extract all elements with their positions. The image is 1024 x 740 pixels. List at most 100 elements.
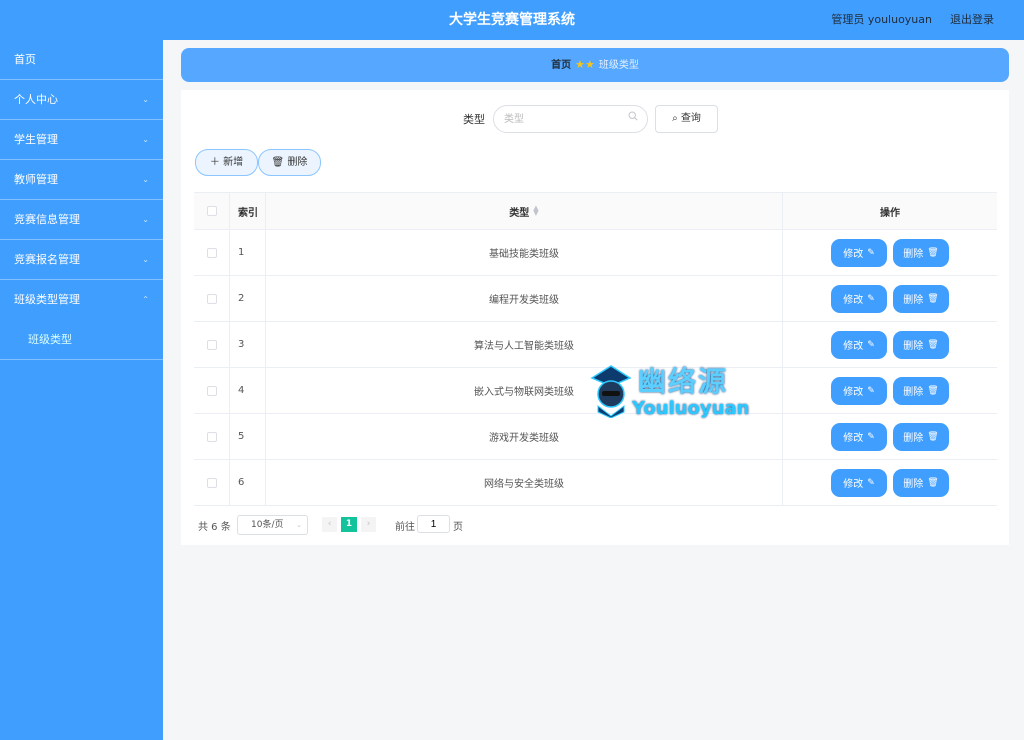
row-checkbox[interactable] xyxy=(206,293,217,304)
edit-button-label: 修改 xyxy=(843,341,864,352)
sidebar-item-student-management[interactable]: 学生管理 ⌄ xyxy=(0,120,163,160)
query-button[interactable]: ⌕ 查询 xyxy=(655,105,718,133)
search-input[interactable] xyxy=(493,105,648,133)
goto-unit: 页 xyxy=(453,522,463,533)
pagination-total: 共 6 条 xyxy=(198,522,231,533)
chevron-down-icon: ⌄ xyxy=(296,521,302,529)
page-number-active[interactable]: 1 xyxy=(341,517,357,532)
delete-button[interactable]: 删除 🗑 xyxy=(893,422,949,451)
sidebar-item-label: 班级类型管理 xyxy=(14,293,80,306)
table-row: 1 基础技能类班级 修改 ✎ 删除 🗑 xyxy=(194,230,997,276)
row-index: 3 xyxy=(230,322,266,367)
row-checkbox[interactable] xyxy=(206,247,217,258)
search-icon: ⌕ xyxy=(672,113,678,124)
breadcrumb-current: 班级类型 xyxy=(598,60,639,71)
edit-button[interactable]: 修改 ✎ xyxy=(831,422,887,451)
trash-icon: 🗑 xyxy=(927,431,939,442)
row-index: 5 xyxy=(230,414,266,459)
edit-button[interactable]: 修改 ✎ xyxy=(831,330,887,359)
edit-button-label: 修改 xyxy=(843,295,864,306)
row-type: 网络与安全类班级 xyxy=(266,460,783,505)
delete-button[interactable]: 删除 🗑 xyxy=(893,284,949,313)
trash-icon: 🗑 xyxy=(927,339,939,350)
sidebar-item-label: 教师管理 xyxy=(14,173,58,186)
column-header-type-label: 类型 xyxy=(509,207,530,219)
watermark-logo: 幽络源 Youluoyuan xyxy=(588,360,763,422)
edit-icon: ✎ xyxy=(867,385,875,396)
sidebar-item-class-type-management[interactable]: 班级类型管理 ⌃ xyxy=(0,280,163,320)
column-header-actions: 操作 xyxy=(880,207,900,219)
row-checkbox[interactable] xyxy=(206,339,217,350)
edit-icon: ✎ xyxy=(867,247,875,258)
edit-button-label: 修改 xyxy=(843,387,864,398)
delete-button[interactable]: 删除 🗑 xyxy=(893,468,949,497)
trash-icon: 🗑 xyxy=(927,293,939,304)
edit-button-label: 修改 xyxy=(843,249,864,260)
delete-button[interactable]: 删除 🗑 xyxy=(893,238,949,267)
query-button-label: 查询 xyxy=(680,113,701,124)
delete-button-label: 删除 xyxy=(903,433,924,444)
edit-icon: ✎ xyxy=(867,293,875,304)
row-index: 1 xyxy=(230,230,266,275)
breadcrumb-home[interactable]: 首页 xyxy=(551,60,571,71)
column-header-index: 索引 xyxy=(230,193,266,229)
goto-page-input[interactable] xyxy=(417,515,450,533)
table-header-row: 索引 类型 ▲ ▼ 操作 xyxy=(194,193,997,230)
row-checkbox[interactable] xyxy=(206,477,217,488)
chevron-down-icon: ⌄ xyxy=(142,135,149,144)
table-row: 2 编程开发类班级 修改 ✎ 删除 🗑 xyxy=(194,276,997,322)
chevron-up-icon: ⌃ xyxy=(142,295,149,304)
next-page-button[interactable]: › xyxy=(361,517,376,532)
plus-icon: ＋ xyxy=(209,157,220,168)
breadcrumb: 首页 ★★ 班级类型 xyxy=(181,48,1009,82)
top-header: 大学生竞赛管理系统 管理员 youluoyuan 退出登录 xyxy=(0,0,1024,40)
sidebar-subitem-class-type[interactable]: 班级类型 xyxy=(0,320,163,360)
sidebar-item-label: 个人中心 xyxy=(14,93,58,106)
batch-delete-label: 删除 xyxy=(287,157,308,168)
edit-button[interactable]: 修改 ✎ xyxy=(831,468,887,497)
chevron-down-icon: ⌄ xyxy=(142,215,149,224)
delete-button[interactable]: 删除 🗑 xyxy=(893,330,949,359)
row-type: 编程开发类班级 xyxy=(266,276,783,321)
edit-icon: ✎ xyxy=(867,339,875,350)
edit-button[interactable]: 修改 ✎ xyxy=(831,238,887,267)
row-checkbox[interactable] xyxy=(206,431,217,442)
sidebar-item-competition-signup[interactable]: 竞赛报名管理 ⌄ xyxy=(0,240,163,280)
user-info: 管理员 youluoyuan xyxy=(831,13,932,26)
row-type: 基础技能类班级 xyxy=(266,230,783,275)
logout-link[interactable]: 退出登录 xyxy=(950,0,994,40)
add-button[interactable]: ＋ 新增 xyxy=(195,149,258,176)
select-all-checkbox[interactable] xyxy=(206,206,217,216)
sidebar-item-label: 学生管理 xyxy=(14,133,58,146)
watermark-english-text: Youluoyuan xyxy=(632,398,750,419)
delete-button[interactable]: 删除 🗑 xyxy=(893,376,949,405)
content-panel: 类型 ⌕ 查询 ＋ 新增 🗑 删除 索引 类型▲▼ 操作 1基础技能类班级修改✎… xyxy=(181,90,1009,545)
edit-icon: ✎ xyxy=(867,431,875,442)
mascot-logo-icon xyxy=(590,365,632,418)
trash-icon: 🗑 xyxy=(927,477,939,488)
edit-button-label: 修改 xyxy=(843,433,864,444)
watermark-chinese-text: 幽络源 xyxy=(638,365,729,398)
page-size-value: 10条/页 xyxy=(251,520,284,530)
sidebar-item-label: 首页 xyxy=(14,53,36,66)
edit-button[interactable]: 修改 ✎ xyxy=(831,284,887,313)
sidebar-item-home[interactable]: 首页 xyxy=(0,40,163,80)
sidebar: 首页 个人中心 ⌄ 学生管理 ⌄ 教师管理 ⌄ 竞赛信息管理 ⌄ 竞赛报名管理 ⌄ 班级类… xyxy=(0,40,163,740)
batch-delete-button[interactable]: 🗑 删除 xyxy=(258,149,321,176)
row-checkbox[interactable] xyxy=(206,385,217,396)
prev-page-button[interactable]: ‹ xyxy=(322,517,337,532)
table-row: 6 网络与安全类班级 修改 ✎ 删除 🗑 xyxy=(194,460,997,506)
column-header-type[interactable]: 类型 ▲ ▼ xyxy=(266,193,783,229)
trash-icon: 🗑 xyxy=(927,385,939,396)
sidebar-item-competition-info[interactable]: 竞赛信息管理 ⌄ xyxy=(0,200,163,240)
sidebar-item-label: 竞赛信息管理 xyxy=(14,213,80,226)
sidebar-item-personal-center[interactable]: 个人中心 ⌄ xyxy=(0,80,163,120)
add-button-label: 新增 xyxy=(223,157,244,168)
row-index: 2 xyxy=(230,276,266,321)
sidebar-item-label: 竞赛报名管理 xyxy=(14,253,80,266)
edit-button[interactable]: 修改 ✎ xyxy=(831,376,887,405)
sidebar-item-teacher-management[interactable]: 教师管理 ⌄ xyxy=(0,160,163,200)
sort-icon[interactable]: ▲ ▼ xyxy=(533,205,538,217)
delete-button-label: 删除 xyxy=(903,387,924,398)
page-size-select[interactable]: 10条/页 ⌄ xyxy=(237,515,308,535)
